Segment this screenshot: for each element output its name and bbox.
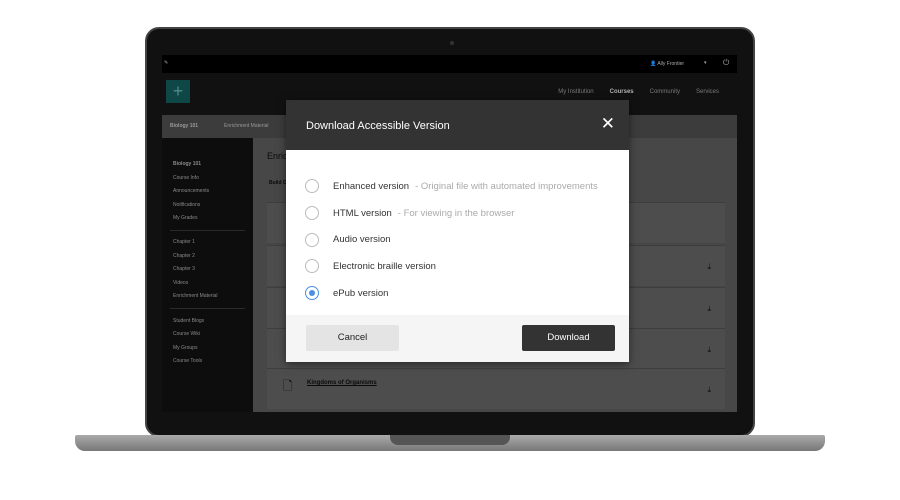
file-icon: 🗋 <box>283 379 293 393</box>
option-label: Electronic braille version <box>333 260 436 272</box>
logo[interactable]: + <box>166 80 190 103</box>
download-dialog: Download Accessible Version ✕ Enhanced ve… <box>286 100 629 362</box>
file-link[interactable]: Kingdoms of Organisms <box>307 380 377 386</box>
download-icon[interactable]: ⤓ <box>707 345 711 355</box>
sidebar-item[interactable]: Chapter 3 <box>173 266 195 272</box>
option-epub[interactable]: ePub version <box>286 280 629 307</box>
option-enhanced[interactable]: Enhanced version - Original file with aut… <box>286 173 629 200</box>
breadcrumb-page: Enrichment Material <box>224 123 269 129</box>
sidebar-course-title[interactable]: Biology 101 <box>173 161 201 167</box>
radio-button[interactable] <box>305 179 319 194</box>
breadcrumb-course[interactable]: Biology 101 <box>170 123 198 129</box>
sidebar-item[interactable]: Student Blogs <box>173 318 204 324</box>
cancel-button[interactable]: Cancel <box>306 325 399 351</box>
option-label: HTML version <box>333 207 392 219</box>
sidebar-item[interactable]: Chapter 2 <box>173 253 195 259</box>
laptop-notch <box>390 435 510 445</box>
divider <box>170 308 245 309</box>
sidebar-item[interactable]: Announcements <box>173 188 209 194</box>
sidebar-item[interactable]: Enrichment Material <box>173 293 217 299</box>
power-icon[interactable]: ⏻ <box>723 58 729 68</box>
option-braille[interactable]: Electronic braille version <box>286 253 629 280</box>
radio-button[interactable] <box>305 232 319 247</box>
option-label: ePub version <box>333 287 389 299</box>
sidebar-item[interactable]: Course Tools <box>173 358 202 364</box>
dialog-title: Download Accessible Version <box>306 120 450 132</box>
camera <box>450 41 454 45</box>
nav-courses[interactable]: Courses <box>610 89 634 95</box>
nav-community[interactable]: Community <box>650 89 680 95</box>
option-html[interactable]: HTML version - For viewing in the browser <box>286 200 629 227</box>
radio-button-selected[interactable] <box>305 286 319 301</box>
radio-button[interactable] <box>305 206 319 221</box>
download-button[interactable]: Download <box>522 325 615 351</box>
top-bar: ✎ 👤 Ally Frontier ▾ ⏻ <box>162 55 737 73</box>
user-name: Ally Frontier <box>657 61 685 67</box>
sidebar-item[interactable]: Videos <box>173 280 188 286</box>
pencil-icon[interactable]: ✎ <box>164 60 168 66</box>
option-audio[interactable]: Audio version <box>286 226 629 253</box>
option-description: - For viewing in the browser <box>397 207 515 219</box>
download-icon[interactable]: ⤓ <box>707 262 711 272</box>
nav-services[interactable]: Services <box>696 89 719 95</box>
close-icon[interactable]: ✕ <box>601 114 615 134</box>
sidebar-item[interactable]: My Groups <box>173 345 197 351</box>
option-label: Enhanced version <box>333 180 410 192</box>
option-description: - Original file with automated improveme… <box>415 180 598 192</box>
divider <box>170 230 245 231</box>
sidebar-item[interactable]: Course Info <box>173 175 199 181</box>
chevron-down-icon[interactable]: ▾ <box>704 60 707 66</box>
content-row[interactable]: 🗋 Kingdoms of Organisms ⤓ <box>267 368 725 409</box>
course-sidebar: Biology 101 Course Info Announcements No… <box>162 138 253 412</box>
option-label: Audio version <box>333 234 391 246</box>
download-icon[interactable]: ⤓ <box>707 304 711 314</box>
download-icon[interactable]: ⤓ <box>707 385 711 395</box>
sidebar-item[interactable]: My Grades <box>173 215 197 221</box>
sidebar-item[interactable]: Chapter 1 <box>173 239 195 245</box>
sidebar-item[interactable]: Notifications <box>173 202 200 208</box>
nav-my-institution[interactable]: My Institution <box>558 89 593 95</box>
user-menu[interactable]: 👤 Ally Frontier <box>650 61 684 67</box>
radio-button[interactable] <box>305 259 319 274</box>
sidebar-item[interactable]: Course Wiki <box>173 331 200 337</box>
